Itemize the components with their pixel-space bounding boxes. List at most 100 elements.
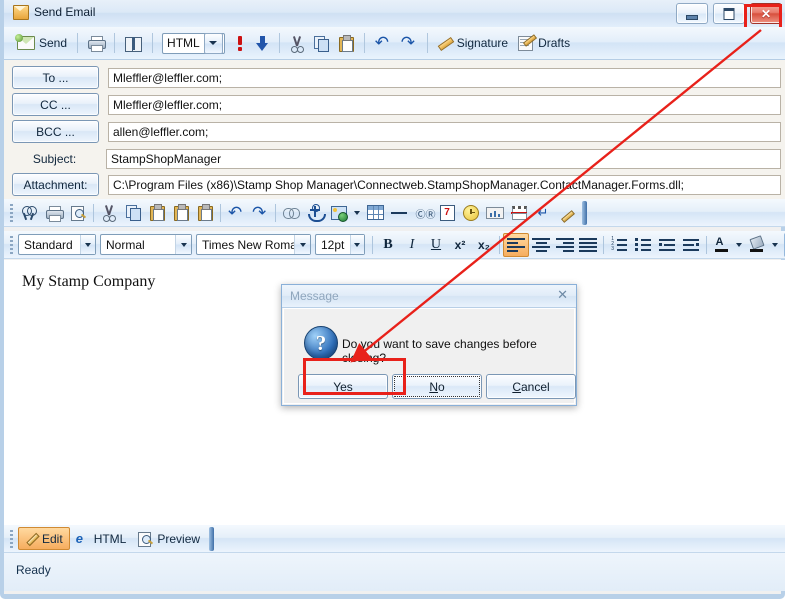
insert-table-button[interactable] [363,202,387,224]
editor-undo-button[interactable]: ↶ [224,202,248,224]
tab-preview[interactable]: Preview [132,528,206,549]
dialog-title: Message [290,289,339,303]
numbered-list-button[interactable]: 123 [607,234,631,256]
editor-paste-button[interactable] [145,202,169,224]
chevron-down-icon[interactable] [79,235,95,254]
insert-date-button[interactable]: 7 [435,202,459,224]
redo-button[interactable]: ↷ [396,30,422,56]
cancel-button[interactable]: Cancel [486,374,576,399]
line-break-button[interactable]: ↵ [531,202,555,224]
separator [371,235,373,254]
insert-image-dropdown[interactable] [351,202,363,224]
paste-icon [149,204,165,221]
print-preview-button[interactable] [66,202,90,224]
title-bar: Send Email ✕ [4,0,785,28]
bold-button[interactable]: B [376,234,400,256]
special-character-button[interactable]: ⒸⓇ [411,202,436,224]
cancel-mnemonic: C [512,379,521,394]
font-family-select[interactable]: Times New Roman [195,234,311,255]
paste-from-word-button[interactable] [169,202,193,224]
paragraph-select[interactable]: Normal [99,234,192,255]
high-priority-button[interactable] [229,30,251,56]
print-button[interactable] [83,30,109,56]
address-book-button[interactable] [120,30,147,56]
subject-input[interactable]: StampShopManager [106,148,781,169]
send-envelope-icon [15,34,35,50]
chevron-down-icon [736,242,743,247]
signature-button[interactable]: Signature [433,30,513,56]
attachment-input[interactable]: C:\Program Files (x86)\Stamp Shop Manage… [108,174,781,195]
maximize-button[interactable] [713,3,745,24]
insert-image-icon [331,205,348,222]
subscript-button[interactable]: x₂ [472,234,496,256]
align-left-button[interactable] [502,232,529,257]
italic-button[interactable]: I [400,234,424,256]
dialog-close-icon[interactable]: ✕ [557,288,568,302]
align-justify-button[interactable] [576,234,600,256]
font-color-button[interactable]: A [710,234,734,256]
paste-button[interactable] [334,30,359,56]
paste-as-text-button[interactable] [193,202,217,224]
toolbar-grip[interactable] [10,235,13,254]
undo-button[interactable]: ↶ [370,30,396,56]
cut-button[interactable] [285,30,309,56]
insert-image-button[interactable] [327,202,351,224]
bullet-list-button[interactable] [631,234,655,256]
align-right-button[interactable] [553,234,577,256]
toolbar-grip[interactable] [10,203,13,222]
bold-icon: B [383,236,393,252]
superscript-button[interactable]: x² [448,234,472,256]
anchor-button[interactable] [303,202,327,224]
to-button[interactable]: To ... [12,66,99,89]
format-painter-button[interactable] [555,202,579,224]
increase-indent-button[interactable] [655,234,679,256]
editor-redo-button[interactable]: ↷ [248,202,272,224]
cc-input[interactable]: Mleffler@leffler.com; [108,94,781,115]
insert-chart-button[interactable] [483,202,507,224]
editor-print-button[interactable] [42,202,66,224]
toolbar-grip[interactable] [10,529,13,548]
mail-format-select[interactable]: HTML [162,32,225,54]
align-center-button[interactable] [529,234,553,256]
tab-html[interactable]: e HTML [70,528,133,549]
drafts-button[interactable]: Drafts [513,30,575,56]
hyperlink-button[interactable] [279,202,303,224]
bcc-input[interactable]: allen@leffler.com; [108,121,781,142]
low-priority-button[interactable] [251,30,274,56]
underline-icon: U [430,236,442,252]
low-priority-arrow-icon [255,35,269,51]
address-book-icon [125,36,143,52]
tab-edit[interactable]: Edit [18,527,70,550]
style-select-value: Standard [23,237,73,252]
underline-button[interactable]: U [424,234,448,256]
bcc-button[interactable]: BCC ... [12,120,99,143]
high-priority-icon [234,35,246,51]
attachment-button[interactable]: Attachment: [12,173,99,196]
decrease-indent-button[interactable] [679,234,703,256]
copy-button[interactable] [309,30,334,56]
chevron-down-icon[interactable] [175,235,191,254]
chevron-down-icon[interactable] [294,235,310,254]
send-button[interactable]: Send [12,30,72,56]
find-button[interactable] [18,202,42,224]
insert-time-button[interactable] [459,202,483,224]
highlight-color-button[interactable] [745,234,769,256]
highlight-color-dropdown[interactable] [769,234,781,256]
style-select[interactable]: Standard [17,234,96,255]
font-size-select[interactable]: 12pt [314,234,365,255]
chevron-down-icon[interactable] [349,235,364,254]
editor-copy-button[interactable] [121,202,145,224]
editor-cut-button[interactable] [97,202,121,224]
bullet-list-icon [635,238,652,251]
minimize-button[interactable] [676,3,708,24]
main-toolbar: Send HTML ↶ ↷ Signature Drafts [4,27,785,60]
chevron-down-icon[interactable] [203,32,223,54]
horizontal-rule-button[interactable] [387,202,411,224]
to-input[interactable]: Mleffler@leffler.com; [108,67,781,88]
page-break-button[interactable] [507,202,531,224]
cut-icon [102,205,116,222]
cc-button[interactable]: CC ... [12,93,99,116]
font-color-dropdown[interactable] [733,234,745,256]
subscript-icon: x₂ [477,237,490,252]
editor-view-tabs: Edit e HTML Preview [4,525,785,553]
